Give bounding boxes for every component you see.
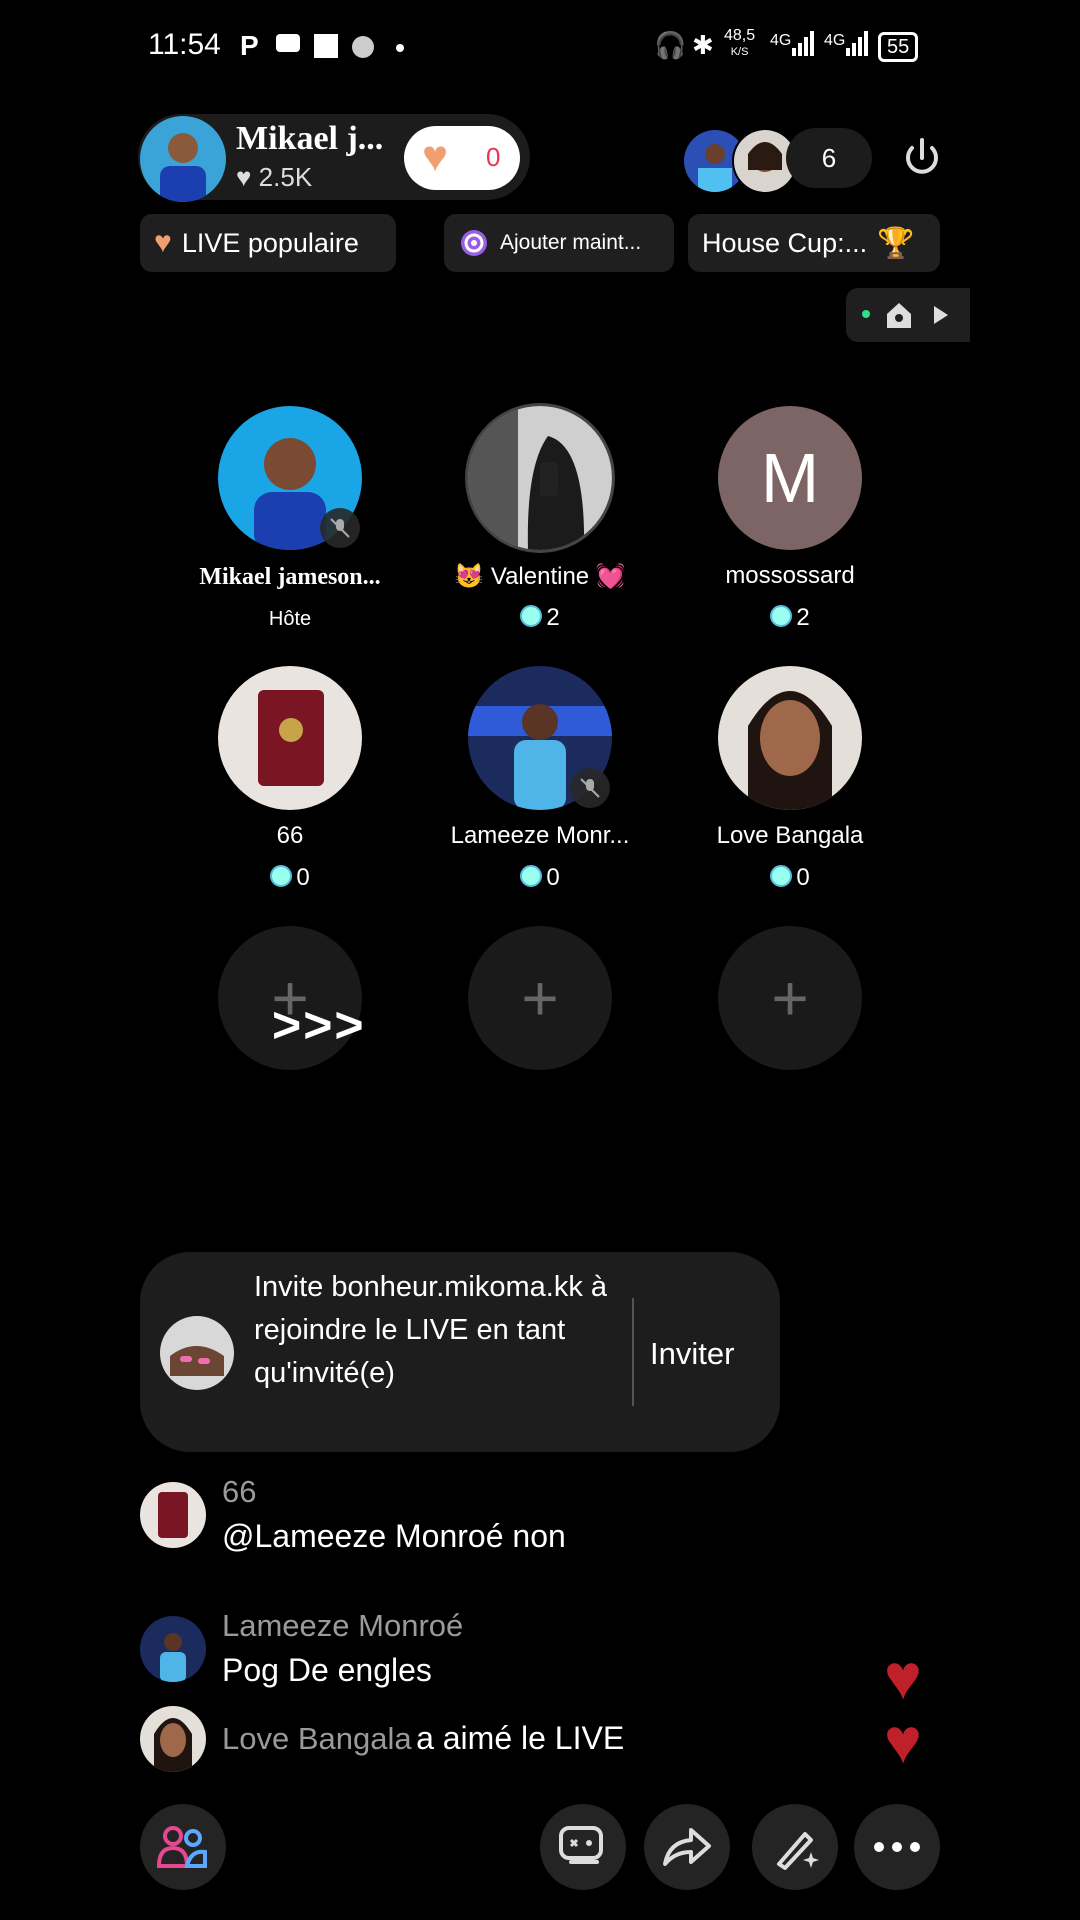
seat-name-66: 66: [276, 822, 304, 849]
invite-divider: [632, 1298, 634, 1406]
seat-avatar-mossossard[interactable]: M: [718, 406, 862, 550]
games-button[interactable]: [540, 1804, 626, 1890]
seat-score-mossossard: 2: [680, 604, 900, 632]
power-icon[interactable]: [900, 136, 944, 180]
comment-message: @Lameeze Monroé non: [222, 1518, 566, 1554]
seat-avatar-66[interactable]: [218, 666, 362, 810]
like-event: Love Bangala a aimé le LIVE: [222, 1720, 624, 1757]
invite-message: Invite bonheur.mikoma.kk à rejoindre le …: [254, 1271, 608, 1389]
gem-icon: [270, 865, 293, 887]
seat-name-lameeze: Lameeze Monr...: [450, 822, 630, 849]
add-now-label: Ajouter maint...: [500, 231, 642, 254]
signal-icon-2: [846, 30, 870, 61]
comment-username[interactable]: Lameeze Monroé: [222, 1608, 463, 1644]
circle-notification-icon: [352, 36, 374, 58]
effects-button[interactable]: [752, 1804, 838, 1890]
broken-heart-icon: ♥: [154, 226, 172, 259]
live-popular-chip[interactable]: ♥ LIVE populaire: [140, 214, 396, 272]
viewer-count[interactable]: 6: [786, 128, 872, 188]
trophy-icon: 🏆: [877, 226, 915, 260]
p-app-icon: P: [240, 30, 259, 61]
house-cup-label: House Cup:...: [702, 227, 868, 258]
heart-count: 0: [486, 142, 501, 172]
gem-icon: [770, 865, 793, 887]
gem-icon: [520, 605, 543, 627]
net-label-2: 4G: [824, 32, 846, 49]
host-likes: ♥ 2.5K: [236, 162, 312, 193]
play-icon: [934, 306, 948, 324]
add-now-chip[interactable]: Ajouter maint...: [444, 214, 674, 272]
net-label-1: 4G: [770, 32, 792, 49]
square-notification-icon: [314, 34, 338, 58]
comment-message: a aimé le LIVE: [416, 1720, 625, 1756]
network-speed: 48,5: [724, 27, 756, 44]
more-options-button[interactable]: [854, 1804, 940, 1890]
floating-heart-icon: ♥: [884, 1641, 922, 1713]
seat-name-love-bangala: Love Bangala: [716, 822, 864, 849]
mic-off-icon: [320, 508, 360, 548]
gem-icon: [770, 605, 793, 627]
seat-avatar-love-bangala[interactable]: [718, 666, 862, 810]
guests-icon: [157, 1826, 207, 1868]
seat-avatar-valentine[interactable]: [468, 406, 612, 550]
guests-button[interactable]: [140, 1804, 226, 1890]
overlay-arrows: >>>: [272, 997, 366, 1053]
comment-message: Pog De engles: [222, 1652, 432, 1688]
game-icon: [559, 1826, 603, 1864]
seat-name-mossossard: mossossard: [725, 562, 855, 589]
heart-icon: ♥: [422, 132, 449, 181]
floating-heart-icon: ♥: [884, 1705, 922, 1777]
bluetooth-icon: ✱: [692, 30, 714, 60]
signal-icon-1: [792, 30, 816, 61]
host-likes-count: 2.5K: [258, 162, 313, 192]
magic-wand-icon: [777, 1832, 819, 1870]
share-button[interactable]: [644, 1804, 730, 1890]
empty-seat-button[interactable]: +: [468, 926, 612, 1070]
heart-small-icon: ♥: [236, 162, 252, 192]
host-name[interactable]: Mikael j...: [236, 120, 383, 158]
house-cup-chip[interactable]: House Cup:... 🏆: [688, 214, 940, 272]
seat-name-host: Mikael jameson...: [199, 564, 381, 590]
invite-button[interactable]: Inviter: [650, 1336, 734, 1372]
more-dots-icon: [874, 1842, 920, 1852]
comment-avatar[interactable]: [140, 1706, 206, 1772]
network-speed-unit: K/S: [730, 46, 749, 58]
mini-controls[interactable]: [846, 288, 970, 342]
comment-avatar[interactable]: [140, 1616, 206, 1682]
mic-off-icon: [570, 768, 610, 808]
gamepad-icon: [276, 34, 300, 52]
gem-icon: [520, 865, 543, 887]
comment-avatar[interactable]: [140, 1482, 206, 1548]
heart-gift-button[interactable]: ♥ 0: [404, 126, 520, 190]
target-icon: [461, 230, 487, 256]
comment-username[interactable]: Love Bangala: [222, 1721, 412, 1756]
seat-score-love-bangala: 0: [680, 864, 900, 892]
seat-role-host: Hôte: [268, 608, 312, 630]
seat-score-valentine: 2: [430, 604, 650, 632]
seat-initial: M: [760, 439, 820, 517]
empty-seat-button[interactable]: +: [718, 926, 862, 1070]
battery-indicator: 55: [878, 32, 919, 62]
status-time: 11:54: [148, 28, 221, 61]
seat-name-valentine: 😻 Valentine 💓: [454, 563, 626, 590]
seat-score-lameeze: 0: [430, 864, 650, 892]
host-avatar[interactable]: [140, 116, 226, 202]
home-icon: [887, 303, 911, 328]
headphones-icon: 🎧: [654, 30, 687, 60]
comment-username[interactable]: 66: [222, 1474, 256, 1510]
status-dot: [862, 310, 870, 318]
seat-score-66: 0: [180, 864, 400, 892]
invite-avatar: [160, 1316, 234, 1390]
live-popular-label: LIVE populaire: [181, 227, 359, 258]
share-arrow-icon: [663, 1828, 711, 1866]
more-notifications-dot: [396, 44, 404, 52]
